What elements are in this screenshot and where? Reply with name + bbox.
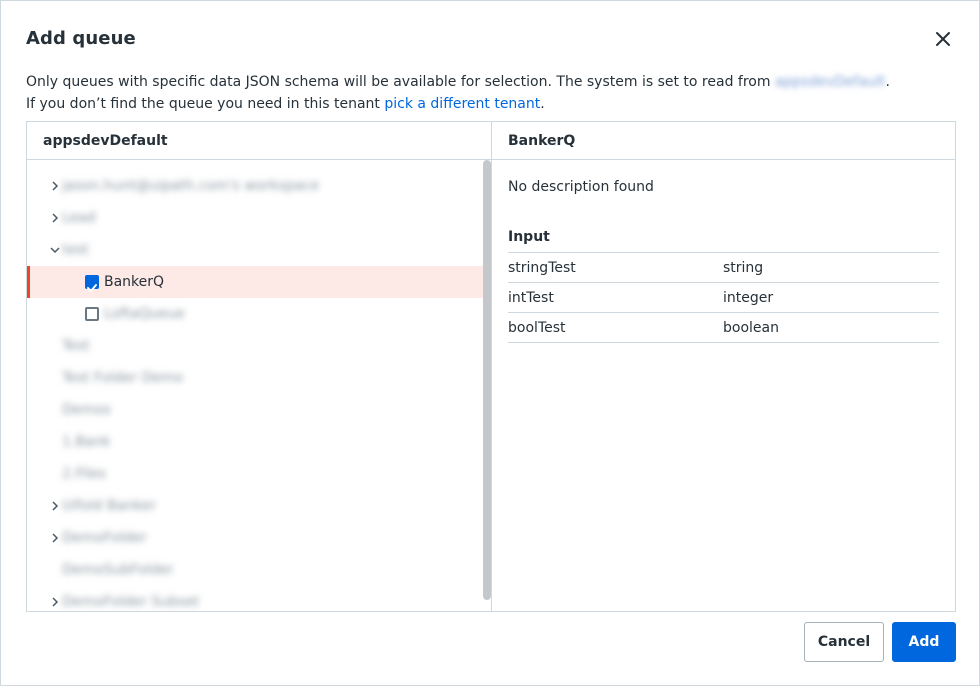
folder-tree-column: appsdevDefault jason.hunt@uipath.com's w… — [27, 122, 492, 611]
tenant-name-blurred: appsdevDefault — [774, 74, 886, 90]
tree-item-label: Uifold Banker — [62, 498, 156, 514]
info-text: Only queues with specific data JSON sche… — [26, 71, 890, 115]
chevron-right-icon[interactable] — [50, 597, 60, 607]
pick-different-tenant-link[interactable]: pick a different tenant — [384, 96, 540, 112]
tree-item[interactable]: Demos — [27, 394, 485, 426]
tree-item[interactable]: DemoSubFolder — [27, 554, 485, 586]
tree-item-label: Lead — [62, 210, 96, 226]
tree-item-selected[interactable]: BankerQ — [27, 266, 485, 298]
param-type: integer — [723, 290, 774, 306]
tree-item-label: 1.Bank — [62, 434, 111, 450]
tree-item-label: test — [62, 242, 89, 258]
info-line-2: If you don’t find the queue you need in … — [26, 96, 545, 112]
tree-item-label: DemoFolder — [62, 530, 147, 546]
chevron-right-icon[interactable] — [50, 501, 60, 511]
param-row: boolTest boolean — [508, 313, 939, 343]
param-type: boolean — [723, 320, 779, 336]
chevron-right-icon[interactable] — [50, 213, 60, 223]
param-name: stringTest — [508, 260, 576, 276]
tree-item-label: 2.Files — [62, 466, 107, 482]
tree-item[interactable]: 2.Files — [27, 458, 485, 490]
tree-item[interactable]: Test Folder Demo — [27, 362, 485, 394]
close-icon[interactable] — [931, 27, 955, 51]
cancel-button[interactable]: Cancel — [804, 622, 884, 662]
tree-item[interactable]: LoftaQueue — [27, 298, 485, 330]
tree-item[interactable]: Uifold Banker — [27, 490, 485, 522]
tenant-header: appsdevDefault — [27, 122, 491, 160]
tree-item-label: LoftaQueue — [104, 306, 185, 322]
tree-scrollbar[interactable] — [483, 160, 491, 600]
tree-item[interactable]: Test — [27, 330, 485, 362]
queue-details-header: BankerQ — [492, 122, 955, 160]
input-params-table: stringTest string intTest integer boolTe… — [508, 252, 939, 343]
param-row: stringTest string — [508, 253, 939, 283]
param-type: string — [723, 260, 764, 276]
scrollbar-thumb[interactable] — [483, 160, 491, 600]
info-line-1: Only queues with specific data JSON sche… — [26, 74, 890, 90]
queue-selection-panel: appsdevDefault jason.hunt@uipath.com's w… — [26, 121, 956, 612]
tree-item-label: DemoSubFolder — [62, 562, 174, 578]
input-section-title: Input — [508, 229, 550, 245]
tree-item-label: Test Folder Demo — [62, 370, 184, 386]
tree-item[interactable]: 1.Bank — [27, 426, 485, 458]
tree-item-label: jason.hunt@uipath.com's workspace — [62, 178, 320, 194]
param-name: boolTest — [508, 320, 566, 336]
tree-item[interactable]: jason.hunt@uipath.com's workspace — [27, 170, 485, 202]
tree-item-label: Test — [62, 338, 90, 354]
dialog-title: Add queue — [26, 28, 136, 49]
queue-description: No description found — [508, 179, 654, 195]
tree-item[interactable]: Lead — [27, 202, 485, 234]
checkbox-unchecked-icon[interactable] — [85, 307, 99, 321]
tree-item[interactable]: DemoFolder Subset — [27, 586, 485, 611]
param-row: intTest integer — [508, 283, 939, 313]
param-name: intTest — [508, 290, 554, 306]
add-queue-dialog: Add queue Only queues with specific data… — [0, 0, 980, 686]
tree-item[interactable]: test — [27, 234, 485, 266]
tree-item-label: DemoFolder Subset — [62, 594, 200, 610]
chevron-down-icon[interactable] — [50, 245, 60, 255]
folder-tree: jason.hunt@uipath.com's workspace Lead tes… — [27, 160, 492, 611]
checkbox-checked-icon[interactable] — [85, 275, 99, 292]
tree-item-label: BankerQ — [104, 274, 165, 290]
queue-details-column: BankerQ No description found Input strin… — [492, 122, 955, 611]
add-button[interactable]: Add — [892, 622, 956, 662]
chevron-right-icon[interactable] — [50, 533, 60, 543]
tree-item-label: Demos — [62, 402, 111, 418]
tree-item[interactable]: DemoFolder — [27, 522, 485, 554]
chevron-right-icon[interactable] — [50, 181, 60, 191]
